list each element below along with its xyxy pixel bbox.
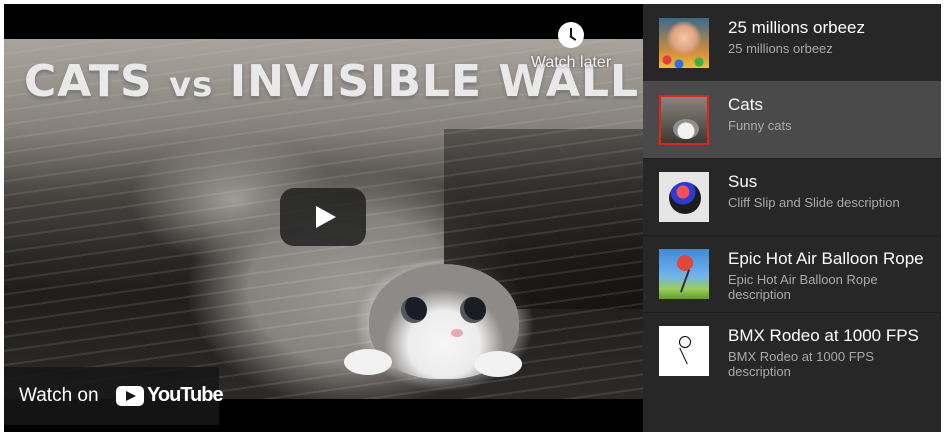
thumbnail-title-vs: vs: [168, 65, 214, 105]
cat-face-thumbnail: [673, 119, 699, 139]
playlist-item-title[interactable]: Cats: [728, 95, 763, 115]
sketch-body-icon: [679, 347, 688, 365]
playlist-item-title[interactable]: 25 millions orbeez: [728, 18, 865, 38]
playlist-item[interactable]: 25 millions orbeez 25 millions orbeez: [643, 4, 941, 82]
playlist-item-description: Cliff Slip and Slide description: [728, 195, 900, 210]
playlist-item-thumbnail[interactable]: [659, 249, 709, 299]
playlist-item-description: 25 millions orbeez: [728, 41, 833, 56]
playlist-item-thumbnail[interactable]: [659, 326, 709, 376]
thumbnail-title-part-1: CATS: [24, 56, 153, 107]
watch-later-button[interactable]: Watch later: [524, 22, 618, 72]
playlist-item-thumbnail[interactable]: [659, 95, 709, 145]
playlist-item-description: Epic Hot Air Balloon Rope description: [728, 272, 878, 302]
playlist-item[interactable]: Sus Cliff Slip and Slide description: [643, 158, 941, 236]
watch-later-label[interactable]: Watch later: [524, 54, 618, 72]
rope-icon: [679, 269, 691, 293]
playlist-item-thumbnail[interactable]: [659, 18, 709, 68]
cat-nose: [451, 329, 463, 337]
playlist-item-description: BMX Rodeo at 1000 FPS description: [728, 349, 874, 379]
playlist-item-title[interactable]: Epic Hot Air Balloon Rope: [728, 249, 924, 269]
youtube-logo-icon[interactable]: [116, 386, 144, 406]
clock-icon[interactable]: [558, 22, 584, 48]
cat-eye-right: [460, 297, 486, 323]
cat-eye-left: [401, 297, 427, 323]
playlist-item-title[interactable]: BMX Rodeo at 1000 FPS: [728, 326, 919, 346]
playlist-item-thumbnail[interactable]: [659, 172, 709, 222]
watch-on-label[interactable]: Watch on: [19, 385, 99, 407]
cat-paw-right: [474, 351, 522, 377]
sketch-head-icon: [679, 336, 691, 348]
video-player[interactable]: CATS vs INVISIBLE WALL Watch later Watch…: [4, 4, 643, 432]
playlist-panel: 25 millions orbeez 25 millions orbeez Ca…: [643, 4, 941, 432]
playlist-item-active[interactable]: Cats Funny cats: [643, 81, 941, 159]
watch-on-youtube-button[interactable]: Watch on YouTube: [4, 367, 224, 425]
playlist-item[interactable]: BMX Rodeo at 1000 FPS BMX Rodeo at 1000 …: [643, 312, 941, 389]
play-button[interactable]: [280, 188, 366, 246]
playlist-item-description: Funny cats: [728, 118, 792, 133]
figure-thumbnail: [669, 182, 701, 214]
playlist-item[interactable]: Epic Hot Air Balloon Rope Epic Hot Air B…: [643, 235, 941, 313]
cat-paw-left: [344, 349, 392, 375]
playlist-item-title[interactable]: Sus: [728, 172, 757, 192]
balloon-icon: [677, 255, 693, 271]
youtube-embed: CATS vs INVISIBLE WALL Watch later Watch…: [4, 4, 941, 432]
youtube-wordmark[interactable]: YouTube: [147, 384, 224, 407]
